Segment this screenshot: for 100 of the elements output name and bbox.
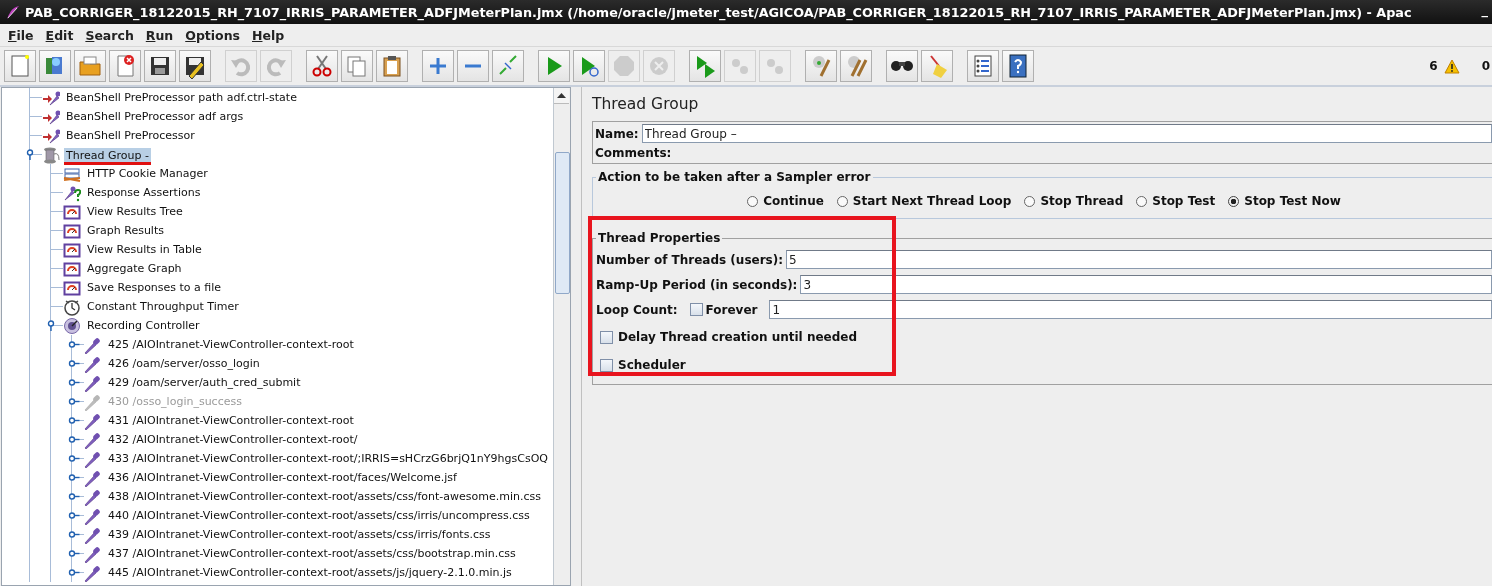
tree-item[interactable]: 432 /AIOIntranet-ViewController-context-root/ <box>106 432 360 447</box>
tree-item[interactable]: HTTP Cookie Manager <box>85 166 210 181</box>
warning-count: 6 <box>1429 59 1438 73</box>
tree-item[interactable]: BeanShell PreProcessor path adf.ctrl-state <box>64 90 299 105</box>
tree-item[interactable]: Save Responses to a file <box>85 280 224 295</box>
menu-item[interactable]: Edit <box>39 27 80 43</box>
checkbox[interactable] <box>600 358 613 372</box>
expand-handle-icon[interactable] <box>67 339 80 350</box>
help-button[interactable] <box>1002 50 1034 82</box>
paste-button[interactable] <box>376 50 408 82</box>
tree-item[interactable]: View Results in Table <box>85 242 204 257</box>
menu-item[interactable]: Run <box>139 27 180 43</box>
tree-item[interactable]: Thread Group - <box>64 147 151 165</box>
group-legend: Thread Properties <box>596 231 723 245</box>
save-as-button[interactable] <box>179 50 211 82</box>
checkbox-label: Delay Thread creation until needed <box>618 330 858 344</box>
function-helper-button[interactable] <box>967 50 999 82</box>
field-label: Number of Threads (users): <box>596 252 783 267</box>
open-button[interactable] <box>74 50 106 82</box>
radio-button[interactable] <box>1136 195 1148 207</box>
expand-handle-icon[interactable] <box>67 472 80 483</box>
warning-icon <box>1443 58 1460 74</box>
start-button[interactable] <box>538 50 570 82</box>
expand-handle-icon[interactable] <box>67 491 80 502</box>
sampler-icon <box>84 373 102 392</box>
panel-title: Thread Group <box>592 95 700 113</box>
checkbox[interactable] <box>689 303 703 316</box>
expand-handle-icon[interactable] <box>67 434 80 445</box>
tree-item[interactable]: Constant Throughput Timer <box>85 299 241 314</box>
tree-item[interactable]: BeanShell PreProcessor adf args <box>64 109 246 124</box>
close-button[interactable] <box>109 50 141 82</box>
tree-item[interactable]: 437 /AIOIntranet-ViewController-context-root/assets/css/bootstrap.min.css <box>106 546 518 561</box>
menu-item[interactable]: Help <box>246 27 291 43</box>
minimize-button[interactable]: _ <box>1479 1 1492 23</box>
remote-start-button[interactable] <box>689 50 721 82</box>
loop-count-field[interactable]: 1 <box>769 300 1492 319</box>
tree-item[interactable]: 445 /AIOIntranet-ViewController-context-root/assets/js/jquery-2.1.0.min.js <box>106 565 514 580</box>
menu-item[interactable]: Search <box>79 27 140 43</box>
expand-handle-icon[interactable] <box>67 567 80 578</box>
new-button[interactable] <box>4 50 36 82</box>
expand-handle-icon[interactable] <box>67 377 80 388</box>
clear-all-button[interactable] <box>840 50 872 82</box>
radio-button[interactable] <box>836 195 848 207</box>
radio-label: Continue <box>763 194 824 208</box>
timer-icon <box>63 297 81 316</box>
sampler-icon <box>84 544 102 563</box>
controller-icon <box>63 316 81 335</box>
sampler-icon <box>84 411 102 430</box>
field-label: Loop Count: <box>596 302 678 317</box>
checkbox-label: Forever <box>705 302 758 317</box>
checkbox-label: Scheduler <box>618 358 686 372</box>
tree-item[interactable]: 440 /AIOIntranet-ViewController-context-root/assets/css/irris/uncompress.css <box>106 508 532 523</box>
tree-item[interactable]: Graph Results <box>85 223 166 238</box>
cut-button[interactable] <box>306 50 338 82</box>
templates-button[interactable] <box>39 50 71 82</box>
binoculars-icon <box>890 60 914 72</box>
tree-item[interactable]: View Results Tree <box>85 204 185 219</box>
collapse-button[interactable] <box>457 50 489 82</box>
thread-group-icon <box>42 145 60 164</box>
toggle-button[interactable] <box>492 50 524 82</box>
menu-item[interactable]: Options <box>179 27 246 43</box>
threads-field[interactable]: 5 <box>786 250 1492 269</box>
tree-item[interactable]: 439 /AIOIntranet-ViewController-context-root/assets/css/irris/fonts.css <box>106 527 493 542</box>
sampler-icon <box>84 563 102 582</box>
expand-handle-icon[interactable] <box>67 510 80 521</box>
start-no-pause-button[interactable] <box>573 50 605 82</box>
tree-item[interactable]: BeanShell PreProcessor <box>64 128 197 143</box>
search-button[interactable] <box>886 50 918 82</box>
comments-label: Comments: <box>595 146 672 160</box>
expand-handle-icon[interactable] <box>67 529 80 540</box>
expand-handle-icon[interactable] <box>67 415 80 426</box>
radio-button[interactable] <box>747 195 759 207</box>
tree-item[interactable]: 429 /oam/server/auth_cred_submit <box>106 375 303 390</box>
vertical-scrollbar[interactable] <box>553 88 570 585</box>
expand-handle-icon[interactable] <box>67 358 80 369</box>
expand-handle-icon[interactable] <box>67 453 80 464</box>
save-button[interactable] <box>144 50 176 82</box>
group-legend: Action to be taken after a Sampler error <box>596 170 873 184</box>
sampler-icon <box>84 335 102 354</box>
expand-handle-icon[interactable] <box>67 548 80 559</box>
tree-item[interactable]: 433 /AIOIntranet-ViewController-context-root/;IRRIS=sHCrzG6brjQ1nY9hgsCsOQ <box>106 451 550 466</box>
checkbox[interactable] <box>600 330 613 344</box>
tree-item[interactable]: 425 /AIOIntranet-ViewController-context-root <box>106 337 356 352</box>
radio-button[interactable] <box>1228 195 1240 207</box>
clear-button[interactable] <box>805 50 837 82</box>
tree-item[interactable]: 431 /AIOIntranet-ViewController-context-root <box>106 413 356 428</box>
sampler-icon <box>84 506 102 525</box>
tree-item[interactable]: 438 /AIOIntranet-ViewController-context-root/assets/css/font-awesome.min.css <box>106 489 543 504</box>
radio-button[interactable] <box>1024 195 1036 207</box>
field-label: Ramp-Up Period (in seconds): <box>596 277 798 292</box>
ramp-up-field[interactable]: 3 <box>800 275 1492 294</box>
expand-button[interactable] <box>422 50 454 82</box>
name-field[interactable]: Thread Group – <box>641 124 1492 143</box>
tree-item[interactable]: 436 /AIOIntranet-ViewController-context-root/faces/Welcome.jsf <box>106 470 459 485</box>
tree-item[interactable]: Response Assertions <box>85 185 203 200</box>
tree-item[interactable]: Aggregate Graph <box>85 261 184 276</box>
minus-icon <box>464 64 482 68</box>
tree-item[interactable]: 426 /oam/server/osso_login <box>106 356 262 371</box>
menu-item[interactable]: File <box>2 27 40 43</box>
tree-item[interactable]: Recording Controller <box>85 318 202 333</box>
